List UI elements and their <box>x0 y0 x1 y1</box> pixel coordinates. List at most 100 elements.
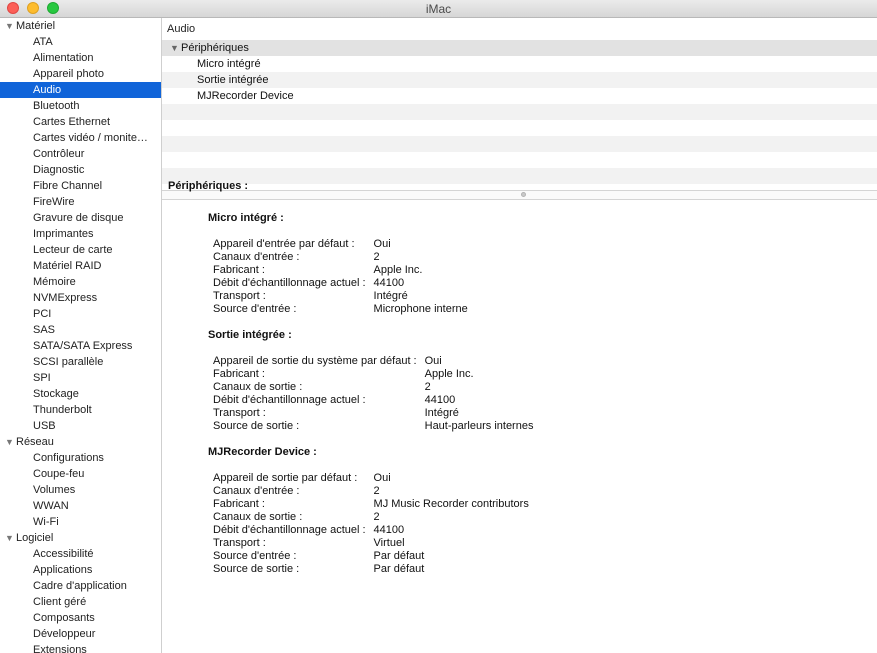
empty-row <box>162 104 877 120</box>
sidebar-item-thunderbolt[interactable]: Thunderbolt <box>0 402 161 418</box>
empty-row <box>162 152 877 168</box>
device-name: Micro intégré : <box>208 212 284 224</box>
property-row: Appareil d'entrée par défaut : Oui <box>213 238 468 251</box>
property-value: Intégré <box>373 290 408 302</box>
title-bar: iMac <box>0 0 877 18</box>
property-key: Source de sortie : <box>213 420 300 432</box>
tree-group-label: Périphériques <box>181 42 249 54</box>
section-title: Audio <box>167 23 196 35</box>
sidebar-item-lecteur-de-carte[interactable]: Lecteur de carte <box>0 242 161 258</box>
property-row: Fabricant : Apple Inc. <box>213 264 468 277</box>
disclosure-triangle-icon[interactable]: ▼ <box>170 40 181 56</box>
property-value: Oui <box>373 472 391 484</box>
property-value: Intégré <box>424 407 459 419</box>
property-value: 2 <box>373 485 380 497</box>
property-value: Microphone interne <box>373 303 468 315</box>
sidebar-item-imprimantes[interactable]: Imprimantes <box>0 226 161 242</box>
sidebar-item-audio[interactable]: Audio <box>0 82 161 98</box>
property-row: Canaux d'entrée : 2 <box>213 485 529 498</box>
property-key: Appareil de sortie du système par défaut… <box>213 355 417 367</box>
property-value: 2 <box>373 511 380 523</box>
detail-heading: Périphériques : <box>168 180 249 192</box>
sidebar-item-spi[interactable]: SPI <box>0 370 161 386</box>
device-name: Sortie intégrée : <box>208 329 292 341</box>
property-value: Par défaut <box>373 563 425 575</box>
sidebar-item-pci[interactable]: PCI <box>0 306 161 322</box>
sidebar-item-fibre-channel[interactable]: Fibre Channel <box>0 178 161 194</box>
device-properties: Appareil de sortie du système par défaut… <box>213 355 533 433</box>
sidebar-item-cadre-d-application[interactable]: Cadre d'application <box>0 578 161 594</box>
sidebar-item-appareil-photo[interactable]: Appareil photo <box>0 66 161 82</box>
property-row: Fabricant : Apple Inc. <box>213 368 533 381</box>
sidebar-item-usb[interactable]: USB <box>0 418 161 434</box>
property-value: 44100 <box>424 394 456 406</box>
sidebar-item-alimentation[interactable]: Alimentation <box>0 50 161 66</box>
device-properties: Appareil de sortie par défaut : Oui Canaux… <box>213 472 529 576</box>
sidebar-item-configurations[interactable]: Configurations <box>0 450 161 466</box>
disclosure-triangle-icon[interactable]: ▼ <box>5 434 16 450</box>
tree-group-peripheriques[interactable]: ▼ Périphériques <box>162 40 877 56</box>
property-row: Source d'entrée : Microphone interne <box>213 303 468 316</box>
sidebar-group-reseau[interactable]: ▼ Réseau <box>0 434 161 450</box>
sidebar-item-composants[interactable]: Composants <box>0 610 161 626</box>
sidebar-item-controleur[interactable]: Contrôleur <box>0 146 161 162</box>
sidebar-item-cartes-video-monite[interactable]: Cartes vidéo / monite… <box>0 130 161 146</box>
property-value: Par défaut <box>373 550 425 562</box>
empty-row <box>162 136 877 152</box>
property-row: Transport : Intégré <box>213 290 468 303</box>
sidebar-item-wi-fi[interactable]: Wi-Fi <box>0 514 161 530</box>
sidebar-item-bluetooth[interactable]: Bluetooth <box>0 98 161 114</box>
property-key: Appareil d'entrée par défaut : <box>213 238 355 250</box>
sidebar-item-gravure-de-disque[interactable]: Gravure de disque <box>0 210 161 226</box>
device-detail: Périphériques : Micro intégré : Appareil d… <box>162 179 877 588</box>
property-row: Canaux d'entrée : 2 <box>213 251 468 264</box>
property-key: Transport : <box>213 407 266 419</box>
property-row: Débit d'échantillonnage actuel : 44100 <box>213 394 533 407</box>
sidebar-item-sata-sata-express[interactable]: SATA/SATA Express <box>0 338 161 354</box>
sidebar-item-scsi-parallele[interactable]: SCSI parallèle <box>0 354 161 370</box>
property-key: Canaux d'entrée : <box>213 251 300 263</box>
property-value: MJ Music Recorder contributors <box>373 498 529 510</box>
sidebar-item-sas[interactable]: SAS <box>0 322 161 338</box>
property-row: Source d'entrée : Par défaut <box>213 550 529 563</box>
property-key: Canaux de sortie : <box>213 381 303 393</box>
tree-item-sortie-integree[interactable]: Sortie intégrée <box>162 72 877 88</box>
sidebar-item-coupe-feu[interactable]: Coupe-feu <box>0 466 161 482</box>
sidebar-item-nvmexpress[interactable]: NVMExpress <box>0 290 161 306</box>
sidebar-item-memoire[interactable]: Mémoire <box>0 274 161 290</box>
tree-item-micro-integre[interactable]: Micro intégré <box>162 56 877 72</box>
sidebar-item-volumes[interactable]: Volumes <box>0 482 161 498</box>
disclosure-triangle-icon[interactable]: ▼ <box>5 530 16 546</box>
property-key: Canaux d'entrée : <box>213 485 300 497</box>
disclosure-triangle-icon[interactable]: ▼ <box>5 18 16 34</box>
property-key: Débit d'échantillonnage actuel : <box>213 524 366 536</box>
sidebar-group-logiciel[interactable]: ▼ Logiciel <box>0 530 161 546</box>
sidebar-item-firewire[interactable]: FireWire <box>0 194 161 210</box>
sidebar-item-developpeur[interactable]: Développeur <box>0 626 161 642</box>
property-value: 44100 <box>373 277 405 289</box>
property-key: Fabricant : <box>213 264 265 276</box>
property-row: Débit d'échantillonnage actuel : 44100 <box>213 277 468 290</box>
property-value: Apple Inc. <box>424 368 474 380</box>
property-key: Fabricant : <box>213 368 265 380</box>
property-value: 44100 <box>373 524 405 536</box>
device-list[interactable]: ▼ Périphériques Micro intégré Sortie intégr… <box>162 40 877 200</box>
sidebar-group-label: Logiciel <box>16 532 54 544</box>
tree-item-mjrecorder-device[interactable]: MJRecorder Device <box>162 88 877 104</box>
property-row: Canaux de sortie : 2 <box>213 511 529 524</box>
sidebar-item-wwan[interactable]: WWAN <box>0 498 161 514</box>
sidebar-item-materiel-raid[interactable]: Matériel RAID <box>0 258 161 274</box>
sidebar-item-applications[interactable]: Applications <box>0 562 161 578</box>
sidebar-group-materiel[interactable]: ▼ Matériel <box>0 18 161 34</box>
property-key: Fabricant : <box>213 498 265 510</box>
sidebar-item-extensions[interactable]: Extensions <box>0 642 161 653</box>
property-row: Source de sortie : Haut-parleurs internes <box>213 420 533 433</box>
sidebar-item-cartes-ethernet[interactable]: Cartes Ethernet <box>0 114 161 130</box>
sidebar-item-stockage[interactable]: Stockage <box>0 386 161 402</box>
sidebar-group-label: Réseau <box>16 436 54 448</box>
sidebar-item-ata[interactable]: ATA <box>0 34 161 50</box>
property-value: Apple Inc. <box>373 264 423 276</box>
sidebar-item-accessibilite[interactable]: Accessibilité <box>0 546 161 562</box>
sidebar-item-client-gere[interactable]: Client géré <box>0 594 161 610</box>
sidebar-item-diagnostic[interactable]: Diagnostic <box>0 162 161 178</box>
